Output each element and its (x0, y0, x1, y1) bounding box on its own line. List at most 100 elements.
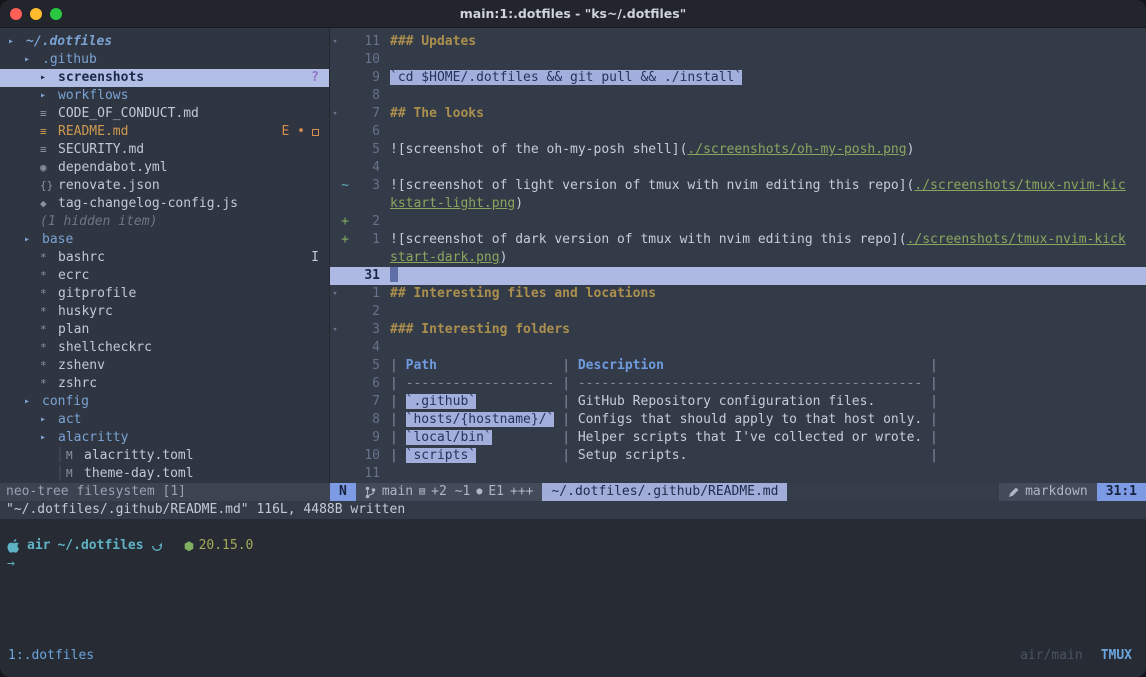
editor-line[interactable]: 9| `local/bin` | Helper scripts that I'v… (330, 429, 1146, 447)
tree-item-marker: I (311, 249, 319, 267)
fold-icon[interactable]: ▾ (330, 105, 340, 123)
syntax-span: | (554, 448, 577, 463)
file-tree[interactable]: ▸~/.dotfiles▸.github▸screenshots?▸workfl… (0, 28, 330, 483)
zoom-button[interactable] (50, 8, 62, 20)
fold-icon[interactable]: ▾ (330, 321, 340, 339)
editor-line[interactable]: kstart-light.png) (330, 195, 1146, 213)
tree-item-dependabot-yml[interactable]: ◉dependabot.yml (0, 159, 329, 177)
editor-line[interactable]: 4 (330, 159, 1146, 177)
terminal-window: main:1:.dotfiles - "ks~/.dotfiles" ▸~/.d… (0, 0, 1146, 677)
tree-item-readme-md[interactable]: ≡README.mdE • (0, 123, 329, 141)
prompt-arrow[interactable]: → (0, 555, 1146, 573)
editor-line[interactable]: ▾11### Updates (330, 33, 1146, 51)
tree-item-ecrc[interactable]: *ecrc (0, 267, 329, 285)
sh-icon: * (40, 303, 58, 321)
line-number: 4 (350, 339, 380, 357)
editor-line[interactable]: 8 (330, 87, 1146, 105)
tmux-window-label[interactable]: 1:.dotfiles (8, 647, 94, 665)
gutter-sign: + (340, 213, 350, 231)
git-diff-counts: +2 ~1 (431, 483, 470, 501)
editor-line[interactable]: ▾7## The looks (330, 105, 1146, 123)
tree-item-zshrc[interactable]: *zshrc (0, 375, 329, 393)
tree-item-screenshots[interactable]: ▸screenshots? (0, 69, 329, 87)
terminal-content: ▸~/.dotfiles▸.github▸screenshots?▸workfl… (0, 28, 1146, 677)
editor-line[interactable]: 6| ------------------- | ---------------… (330, 375, 1146, 393)
gutter-sign: + (340, 231, 350, 249)
syntax-span: ![screenshot of the oh-my-posh shell]( (390, 142, 687, 157)
tree-item-act[interactable]: ▸act (0, 411, 329, 429)
editor-line[interactable]: 7| `.github` | GitHub Repository configu… (330, 393, 1146, 411)
line-number: 9 (350, 69, 380, 87)
tree-item-renovate-json[interactable]: {}renovate.json (0, 177, 329, 195)
editor-buffer[interactable]: ▾11### Updates109`cd $HOME/.dotfiles && … (330, 28, 1146, 483)
tree-item-config[interactable]: ▸config (0, 393, 329, 411)
tree-item-alacritty-toml[interactable]: │Malacritty.toml (0, 447, 329, 465)
line-number: 8 (350, 87, 380, 105)
tree-item-huskyrc[interactable]: *huskyrc (0, 303, 329, 321)
editor-line[interactable]: 9`cd $HOME/.dotfiles && git pull && ./in… (330, 69, 1146, 87)
editor-line[interactable]: 6 (330, 123, 1146, 141)
tree-item-workflows[interactable]: ▸workflows (0, 87, 329, 105)
syntax-span: | (554, 412, 577, 427)
tree-item-code-of-conduct-md[interactable]: ≡CODE_OF_CONDUCT.md (0, 105, 329, 123)
prompt-path: ~/.dotfiles (57, 537, 143, 555)
cursor-block (390, 267, 398, 282)
editor-line[interactable]: ▾1## Interesting files and locations (330, 285, 1146, 303)
pencil-icon (1008, 487, 1019, 498)
editor-line[interactable]: start-dark.png) (330, 249, 1146, 267)
syntax-span: kstart-light.png (390, 196, 515, 211)
sh-icon: * (40, 357, 58, 375)
tree-item-plan[interactable]: *plan (0, 321, 329, 339)
tree-item-marker: E • (282, 123, 305, 141)
editor-line[interactable]: 5| Path | Description | (330, 357, 1146, 375)
editor-line[interactable]: 8| `hosts/{hostname}/` | Configs that sh… (330, 411, 1146, 429)
shell-area[interactable]: air ~/.dotfiles 20.15.0 → 1:.dotfiles ai… (0, 519, 1146, 677)
tree-item-label: config (42, 393, 89, 411)
prompt-hostname: air (27, 537, 50, 555)
sh-icon: * (40, 339, 58, 357)
editor-line[interactable]: 10 (330, 51, 1146, 69)
gutter-sign: ~ (340, 177, 350, 195)
syntax-span: Description (578, 358, 664, 373)
tree-item-github[interactable]: ▸.github (0, 51, 329, 69)
fold-icon[interactable]: ▾ (330, 285, 340, 303)
minimize-button[interactable] (30, 8, 42, 20)
editor-line[interactable]: ▾ 3 ### Interesting folders (330, 321, 1146, 339)
window-title: main:1:.dotfiles - "ks~/.dotfiles" (460, 6, 687, 21)
tree-item-shellcheckrc[interactable]: *shellcheckrc (0, 339, 329, 357)
line-number: 11 (350, 33, 380, 51)
editor-line[interactable]: 10| `scripts` | Setup scripts. | (330, 447, 1146, 465)
fold-icon[interactable]: ▾ (330, 33, 340, 51)
line-number: 3 (350, 321, 380, 339)
syntax-span: ./screenshots/oh-my-posh.png (687, 142, 906, 157)
tree-item-zshenv[interactable]: *zshenv (0, 357, 329, 375)
syntax-span (476, 394, 554, 409)
cursor-line[interactable]: 31 (330, 267, 1146, 285)
editor-line[interactable]: 2 (330, 303, 1146, 321)
titlebar[interactable]: main:1:.dotfiles - "ks~/.dotfiles" (0, 0, 1146, 28)
editor-line[interactable]: +2 (330, 213, 1146, 231)
editor-line[interactable]: ~3![screenshot of light version of tmux … (330, 177, 1146, 195)
tree-item-label: zshrc (58, 375, 97, 393)
tree-item-1-hidden-item[interactable]: (1 hidden item) (0, 213, 329, 231)
tree-item-base[interactable]: ▸base (0, 231, 329, 249)
tree-item-gitprofile[interactable]: *gitprofile (0, 285, 329, 303)
editor-line[interactable]: +1![screenshot of dark version of tmux w… (330, 231, 1146, 249)
tree-item-dotfiles[interactable]: ▸~/.dotfiles (0, 33, 329, 51)
md-icon: ≡ (40, 141, 58, 159)
syntax-span: | (922, 430, 938, 445)
cursor-position: 31:1 (1097, 483, 1146, 501)
line-text: ### Interesting folders (390, 321, 570, 339)
tree-item-security-md[interactable]: ≡SECURITY.md (0, 141, 329, 159)
tree-item-tag-changelog-config-js[interactable]: ◆tag-changelog-config.js (0, 195, 329, 213)
tree-item-theme-day-toml[interactable]: │Mtheme-day.toml (0, 465, 329, 483)
line-number: 6 (350, 123, 380, 141)
editor-line[interactable]: 11 (330, 465, 1146, 483)
tree-item-alacritty[interactable]: ▸alacritty (0, 429, 329, 447)
editor-line[interactable]: 5![screenshot of the oh-my-posh shell](.… (330, 141, 1146, 159)
syntax-span: | (554, 376, 577, 391)
filetype-label: markdown (1025, 483, 1088, 501)
editor-line[interactable]: 4 (330, 339, 1146, 357)
close-button[interactable] (10, 8, 22, 20)
tree-item-bashrc[interactable]: *bashrcI (0, 249, 329, 267)
